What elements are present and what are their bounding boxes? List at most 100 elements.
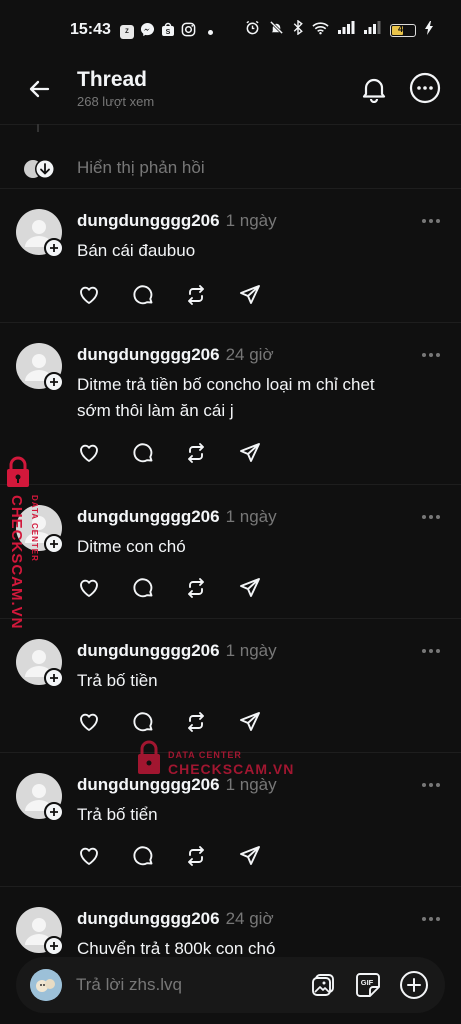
repost-icon [188,443,204,463]
plus-icon [50,942,58,950]
show-replies-label[interactable]: Hiển thị phản hồi [77,158,205,178]
repost-icon [188,578,204,598]
instagram-icon [181,22,196,42]
post-text-line: Ditme con chó [77,537,186,556]
add-button[interactable] [398,969,430,1001]
post-more-button[interactable] [418,347,444,363]
wifi-icon [312,21,329,40]
post-text-line: Bán cái đaubuo [77,241,196,260]
comment-icon [133,443,153,463]
post-text-line: Trả bố tiền [77,671,158,690]
shopee-icon: S [161,22,175,42]
watermark-center-line1: DATA CENTER [168,750,242,760]
watermark-vertical: DATA CENTER CHECKSCAM.VN [2,455,42,655]
show-replies-row[interactable]: Hiển thị phản hồi [0,150,461,186]
comment-button[interactable] [130,709,156,735]
attach-image-button[interactable] [307,969,339,1001]
reply-composer[interactable]: GIF [16,957,445,1013]
reply-post: dungdungggg206 1 ngày Trả bố tiền [0,618,461,753]
follow-plus-button[interactable] [44,372,64,392]
heart-icon [80,444,98,462]
svg-text:S: S [166,29,171,36]
share-button[interactable] [237,575,263,601]
repost-button[interactable] [183,843,209,869]
post-more-button[interactable] [418,643,444,659]
post-text: Ditme trả tiền bố concho loại m chỉ chet… [77,372,427,424]
plus-icon [50,244,58,252]
send-icon [240,578,260,597]
username[interactable]: dungdungggg206 [77,211,220,230]
post-more-button[interactable] [418,777,444,793]
follow-plus-button[interactable] [44,668,64,688]
plus-icon [50,378,58,386]
username[interactable]: dungdungggg206 [77,909,220,928]
reply-input[interactable] [76,971,296,999]
username[interactable]: dungdungggg206 [77,345,220,364]
post-more-button[interactable] [418,213,444,229]
like-button[interactable] [76,440,102,466]
post-author[interactable]: dungdungggg206 1 ngày [77,211,277,231]
mute-icon [269,20,284,40]
follow-plus-button[interactable] [44,802,64,822]
username[interactable]: dungdungggg206 [77,641,220,660]
post-text-line: Ditme trả tiền bố concho loại m chỉ chet [77,375,375,394]
comment-button[interactable] [130,282,156,308]
comment-button[interactable] [130,843,156,869]
post-text-line: Chuyển trả t 800k con chó [77,939,276,954]
username[interactable]: dungdungggg206 [77,507,220,526]
more-options-button[interactable] [408,71,442,105]
share-button[interactable] [237,282,263,308]
like-button[interactable] [76,575,102,601]
post-more-button[interactable] [418,911,444,927]
follow-plus-button[interactable] [44,936,64,954]
status-bar: 15:43 Z S 47 [0,0,461,56]
post-time: 1 ngày [225,211,277,230]
like-button[interactable] [76,709,102,735]
reply-bar: GIF [0,954,461,1024]
avatar[interactable] [30,969,62,1001]
send-icon [240,712,260,731]
notification-icons: Z S [120,22,213,42]
post-text: Ditme con chó [77,534,427,560]
page-title: Thread [77,68,148,91]
comment-button[interactable] [130,575,156,601]
follow-plus-button[interactable] [44,534,64,554]
comment-button[interactable] [130,440,156,466]
like-button[interactable] [76,282,102,308]
like-button[interactable] [76,843,102,869]
post-time: 1 ngày [225,641,277,660]
post-text: Trả bố tiền [77,668,427,694]
follow-plus-button[interactable] [44,238,64,258]
arrow-left-icon [29,80,50,98]
post-text: Chuyển trả t 800k con chó [77,936,427,954]
thread-content[interactable]: Hiển thị phản hồi dungdungggg206 1 ngày B… [0,124,461,954]
watermark-center-line2: CHECKSCAM.VN [168,761,294,777]
repost-button[interactable] [183,440,209,466]
share-button[interactable] [237,843,263,869]
messenger-icon [140,22,155,42]
gif-button[interactable]: GIF [352,969,384,1001]
share-button[interactable] [237,709,263,735]
notifications-button[interactable] [357,72,391,106]
repost-button[interactable] [183,282,209,308]
post-author[interactable]: dungdungggg206 1 ngày [77,507,277,527]
post-more-button[interactable] [418,509,444,525]
post-text-line: sớm thôi làm ăn cái j [77,401,234,420]
signal-icon [338,21,355,39]
post-text: Trả bố tiển [77,802,427,828]
repost-button[interactable] [183,575,209,601]
post-author[interactable]: dungdungggg206 24 giờ [77,909,274,929]
bluetooth-icon [293,19,303,40]
image-icon [312,974,334,996]
post-author[interactable]: dungdungggg206 1 ngày [77,641,277,661]
send-icon [240,285,260,304]
watermark-vertical-line1: DATA CENTER [30,495,39,562]
signal-icon [364,21,381,39]
back-button[interactable] [22,72,56,106]
heart-icon [80,579,98,597]
send-icon [240,443,260,462]
share-button[interactable] [237,440,263,466]
thread-line [37,124,39,132]
post-author[interactable]: dungdungggg206 24 giờ [77,345,274,365]
repost-button[interactable] [183,709,209,735]
